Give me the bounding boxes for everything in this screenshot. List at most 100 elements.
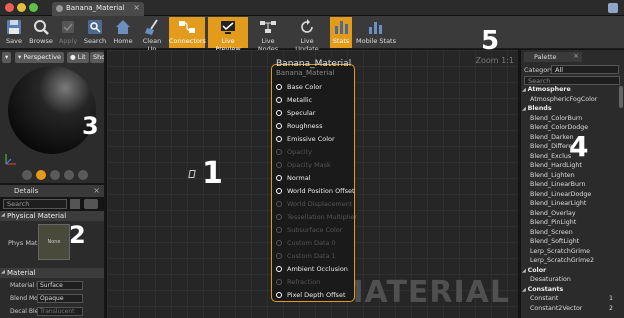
- palette-item[interactable]: Blend_Lighten: [521, 172, 619, 182]
- details-panel-tab[interactable]: Details ×: [0, 185, 104, 197]
- grid-view-icon[interactable]: [70, 199, 80, 209]
- pin-connector-icon[interactable]: [276, 279, 282, 285]
- node-input-pin[interactable]: Ambient Occlusion: [276, 265, 348, 277]
- custom-mesh-preview-icon[interactable]: [78, 170, 88, 180]
- node-input-pin[interactable]: Roughness: [276, 122, 322, 134]
- node-input-pin[interactable]: Opacity: [276, 148, 312, 160]
- pin-connector-icon[interactable]: [276, 149, 282, 155]
- palette-item[interactable]: Blend_LinearBurn: [521, 181, 619, 191]
- pin-connector-icon[interactable]: [276, 162, 282, 168]
- pin-connector-icon[interactable]: [276, 240, 282, 246]
- pin-connector-icon[interactable]: [276, 266, 282, 272]
- node-input-pin[interactable]: Custom Data 1: [276, 252, 336, 264]
- save-button[interactable]: Save: [3, 17, 25, 48]
- pin-connector-icon[interactable]: [276, 84, 282, 90]
- help-icon[interactable]: [608, 3, 618, 13]
- plane-preview-icon[interactable]: [50, 170, 60, 180]
- palette-item[interactable]: Blend_LinearDodge: [521, 191, 619, 201]
- category-dropdown[interactable]: All: [551, 65, 619, 74]
- document-tab[interactable]: Banana_Material ×: [52, 2, 144, 16]
- palette-item[interactable]: Blend_PinLight: [521, 219, 619, 229]
- palette-category[interactable]: Blends: [521, 105, 619, 115]
- material-section[interactable]: Material: [0, 268, 104, 278]
- show-button[interactable]: Sho: [90, 52, 104, 63]
- palette-item[interactable]: Lerp_ScratchGrime2: [521, 257, 619, 267]
- material-domain-dropdown[interactable]: Surface: [37, 281, 83, 290]
- details-search-input[interactable]: Search: [3, 199, 67, 209]
- live-nodes-button[interactable]: Live Nodes: [251, 17, 285, 53]
- pin-connector-icon[interactable]: [276, 110, 282, 116]
- physical-material-section[interactable]: Physical Material: [0, 211, 104, 221]
- palette-item[interactable]: AtmosphericFogColor: [521, 96, 619, 106]
- pin-connector-icon[interactable]: [276, 214, 282, 220]
- node-input-pin[interactable]: Opacity Mask: [276, 161, 331, 173]
- palette-item[interactable]: Blend_Overlay: [521, 210, 619, 220]
- pin-connector-icon[interactable]: [276, 123, 282, 129]
- palette-tab[interactable]: Palette ×: [524, 52, 582, 62]
- node-input-pin[interactable]: Tessellation Multiplier: [276, 213, 357, 225]
- sphere-preview-icon[interactable]: [36, 170, 46, 180]
- node-input-pin[interactable]: Specular: [276, 109, 315, 121]
- palette-item[interactable]: Blend_Screen: [521, 229, 619, 239]
- mobile-stats-button[interactable]: Mobile Stats: [356, 17, 396, 48]
- material-result-node[interactable]: Banana_Material Banana_Material Base Col…: [271, 59, 357, 303]
- live-preview-button[interactable]: Live Preview: [208, 17, 248, 53]
- palette-item[interactable]: Desaturation: [521, 276, 619, 286]
- palette-list[interactable]: Atmosphere AtmosphericFogColor Blends Blend…: [521, 86, 619, 318]
- pin-connector-icon[interactable]: [276, 175, 282, 181]
- close-tab-icon[interactable]: ×: [133, 3, 140, 12]
- node-input-pin[interactable]: Emissive Color: [276, 135, 335, 147]
- search-button[interactable]: Search: [83, 17, 107, 48]
- lit-button[interactable]: ● Lit: [67, 52, 89, 63]
- pin-connector-icon[interactable]: [276, 188, 282, 194]
- palette-category[interactable]: Atmosphere: [521, 86, 619, 96]
- clean-up-button[interactable]: Clean Up: [138, 17, 166, 53]
- palette-item[interactable]: Blend_ColorBurn: [521, 115, 619, 125]
- blend-mode-dropdown[interactable]: Opaque: [37, 294, 83, 303]
- palette-search-input[interactable]: Search: [524, 76, 620, 85]
- decal-blend-dropdown[interactable]: Translucent: [37, 307, 83, 316]
- palette-category[interactable]: Constants: [521, 286, 619, 296]
- node-input-pin[interactable]: Metallic: [276, 96, 312, 108]
- node-input-pin[interactable]: Pixel Depth Offset: [276, 291, 346, 303]
- pin-connector-icon[interactable]: [276, 97, 282, 103]
- cube-preview-icon[interactable]: [64, 170, 74, 180]
- close-palette-icon[interactable]: ×: [573, 52, 579, 60]
- palette-item[interactable]: Blend_HardLight: [521, 162, 619, 172]
- preview-viewport[interactable]: ▾ ▾ Perspective ● Lit Sho 3: [0, 50, 104, 183]
- palette-item[interactable]: Lerp_ScratchGrime: [521, 248, 619, 258]
- pin-connector-icon[interactable]: [276, 253, 282, 259]
- node-input-pin[interactable]: Subsurface Color: [276, 226, 342, 238]
- apply-button[interactable]: Apply: [56, 17, 80, 48]
- cylinder-preview-icon[interactable]: [22, 170, 32, 180]
- material-graph-canvas[interactable]: Zoom 1:1 MATERIAL 1 Banana_Material Bana…: [106, 50, 518, 318]
- palette-scrollbar[interactable]: [619, 86, 623, 108]
- eye-icon[interactable]: [84, 199, 98, 209]
- pin-connector-icon[interactable]: [276, 136, 282, 142]
- browse-button[interactable]: Browse: [28, 17, 54, 48]
- live-update-button[interactable]: Live Update: [288, 17, 326, 53]
- maximize-window-button[interactable]: [29, 3, 38, 12]
- perspective-button[interactable]: ▾ Perspective: [15, 52, 64, 63]
- palette-category[interactable]: Color: [521, 267, 619, 277]
- pin-connector-icon[interactable]: [276, 292, 282, 298]
- palette-item[interactable]: Constant2Vector 2: [521, 305, 619, 315]
- stats-button[interactable]: Stats: [330, 17, 352, 48]
- node-input-pin[interactable]: Normal: [276, 174, 311, 186]
- close-window-button[interactable]: [5, 3, 14, 12]
- phys-mat-thumbnail[interactable]: None: [38, 224, 70, 260]
- node-input-pin[interactable]: Base Color: [276, 83, 322, 95]
- node-input-pin[interactable]: Custom Data 0: [276, 239, 336, 251]
- palette-item[interactable]: Blend_SoftLight: [521, 238, 619, 248]
- viewport-options-button[interactable]: ▾: [2, 52, 12, 63]
- node-input-pin[interactable]: World Displacement: [276, 200, 352, 212]
- close-details-icon[interactable]: ×: [93, 186, 100, 195]
- connectors-button[interactable]: Connectors: [169, 17, 206, 48]
- node-input-pin[interactable]: Refraction: [276, 278, 320, 290]
- minimize-window-button[interactable]: [17, 3, 26, 12]
- palette-item[interactable]: Constant 1: [521, 295, 619, 305]
- pin-connector-icon[interactable]: [276, 227, 282, 233]
- palette-item[interactable]: Blend_LinearLight: [521, 200, 619, 210]
- node-input-pin[interactable]: World Position Offset: [276, 187, 355, 199]
- home-button[interactable]: Home: [112, 17, 134, 48]
